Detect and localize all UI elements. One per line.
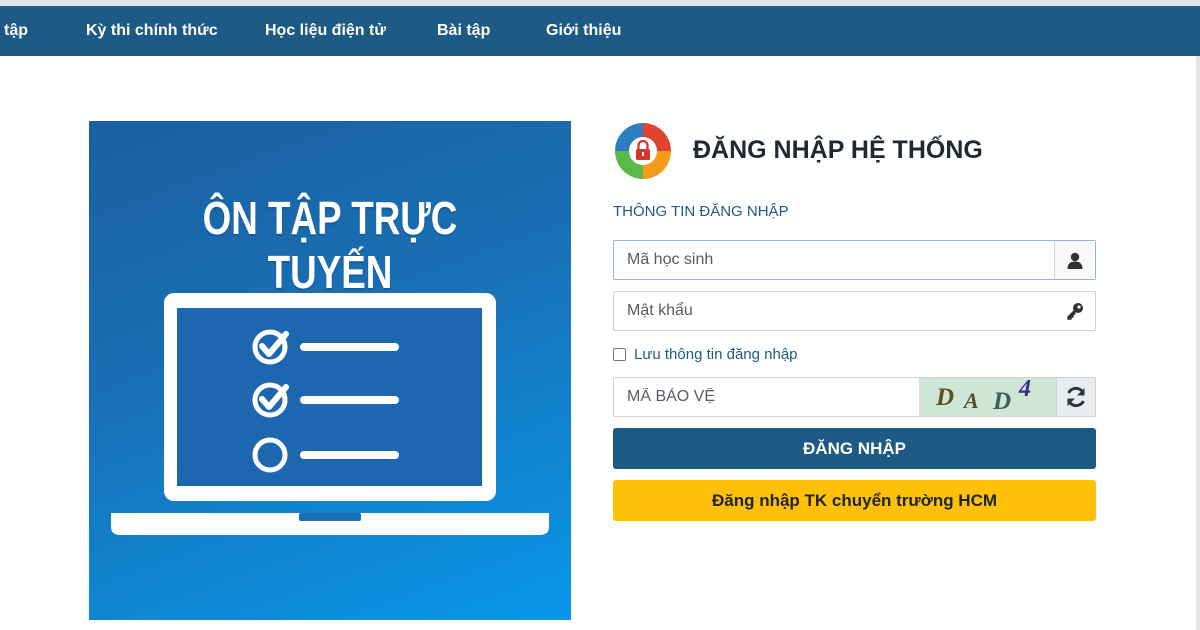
remember-checkbox[interactable] [613, 347, 626, 361]
nav-item-exercises[interactable]: Bài tập [437, 6, 490, 56]
checklist-line [300, 396, 399, 404]
password-field [613, 291, 1096, 331]
password-input[interactable] [614, 292, 1054, 330]
captcha-char: D [936, 384, 955, 411]
top-navbar: tập Kỳ thi chính thức Học liệu điện tử B… [0, 6, 1200, 56]
checklist-line [300, 451, 399, 459]
captcha-input[interactable] [614, 378, 914, 416]
login-section-label: THÔNG TIN ĐĂNG NHẬP [613, 203, 789, 220]
online-review-banner: ÔN TẬP TRỰC TUYẾN [89, 121, 571, 620]
remember-label[interactable]: Lưu thông tin đăng nhập [634, 346, 798, 363]
page-scrollbar[interactable] [1196, 56, 1200, 630]
captcha-refresh-button[interactable] [1056, 378, 1095, 416]
login-title: ĐĂNG NHẬP HỆ THỐNG [693, 136, 983, 164]
captcha-char: 4 [1019, 378, 1031, 402]
captcha-image: D A D 4 [919, 378, 1058, 416]
user-icon [1067, 252, 1083, 269]
key-addon [1055, 292, 1095, 330]
laptop-checklist-illustration [111, 293, 549, 535]
captcha-char: A [964, 388, 979, 413]
student-id-field [613, 240, 1096, 280]
lock-logo-icon [615, 123, 671, 179]
key-icon [1067, 303, 1083, 320]
student-id-input[interactable] [614, 241, 1054, 279]
captcha-field: D A D 4 [613, 377, 1096, 417]
nav-item-official-exam[interactable]: Kỳ thi chính thức [86, 6, 218, 56]
nav-item-about[interactable]: Giới thiệu [546, 6, 621, 56]
refresh-icon [1067, 386, 1085, 408]
captcha-char: D [993, 388, 1012, 415]
nav-item-practice[interactable]: tập [4, 6, 28, 56]
laptop-notch [299, 513, 361, 521]
checklist-line [300, 343, 399, 351]
login-button[interactable]: ĐĂNG NHẬP [613, 428, 1096, 469]
remember-login: Lưu thông tin đăng nhập [613, 344, 798, 364]
user-addon [1054, 241, 1095, 279]
nav-item-e-learning[interactable]: Học liệu điện tử [265, 6, 386, 56]
transfer-school-login-button[interactable]: Đăng nhập TK chuyển trường HCM [613, 480, 1096, 521]
